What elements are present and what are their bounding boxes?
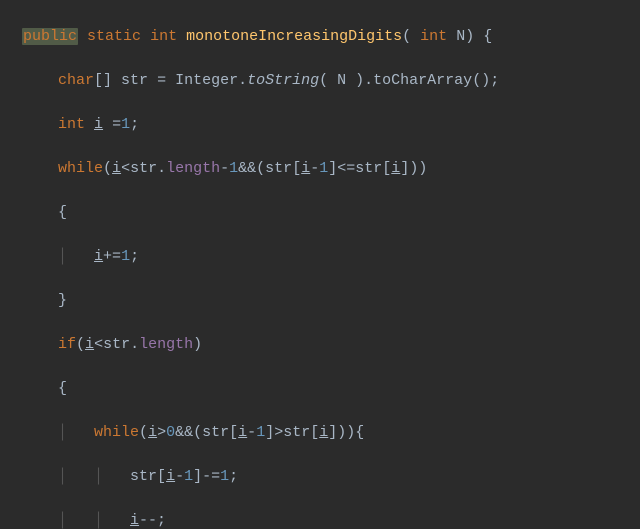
code-editor[interactable]: public static int monotoneIncreasingDigi… [0,0,640,529]
code-line: int i =1; [22,114,640,136]
method-name: monotoneIncreasingDigits [186,28,402,45]
code-line: │ │ str[i-1]-=1; [22,466,640,488]
call-toString: toString [247,72,319,89]
code-line: while(i<str.length-1&&(str[i-1]<=str[i])… [22,158,640,180]
code-line: { [22,202,640,224]
keyword-if: if [58,336,76,353]
keyword-static: static [87,28,141,45]
keyword-public: public [22,28,78,45]
type-char: char [58,72,94,89]
param-N: N [456,28,465,45]
code-line: { [22,378,640,400]
code-line: │ i+=1; [22,246,640,268]
code-line: if(i<str.length) [22,334,640,356]
code-line: │ while(i>0&&(str[i-1]>str[i])){ [22,422,640,444]
code-line: char[] str = Integer.toString( N ).toCha… [22,70,640,92]
var-i: i [94,116,103,133]
type-int: int [420,28,447,45]
code-line: } [22,290,640,312]
field-length: length [166,160,220,177]
keyword-while: while [58,160,103,177]
code-line: │ │ i--; [22,510,640,529]
code-line: public static int monotoneIncreasingDigi… [22,26,640,48]
type-int: int [150,28,177,45]
call-toCharArray: toCharArray [373,72,472,89]
var-str: str [121,72,148,89]
